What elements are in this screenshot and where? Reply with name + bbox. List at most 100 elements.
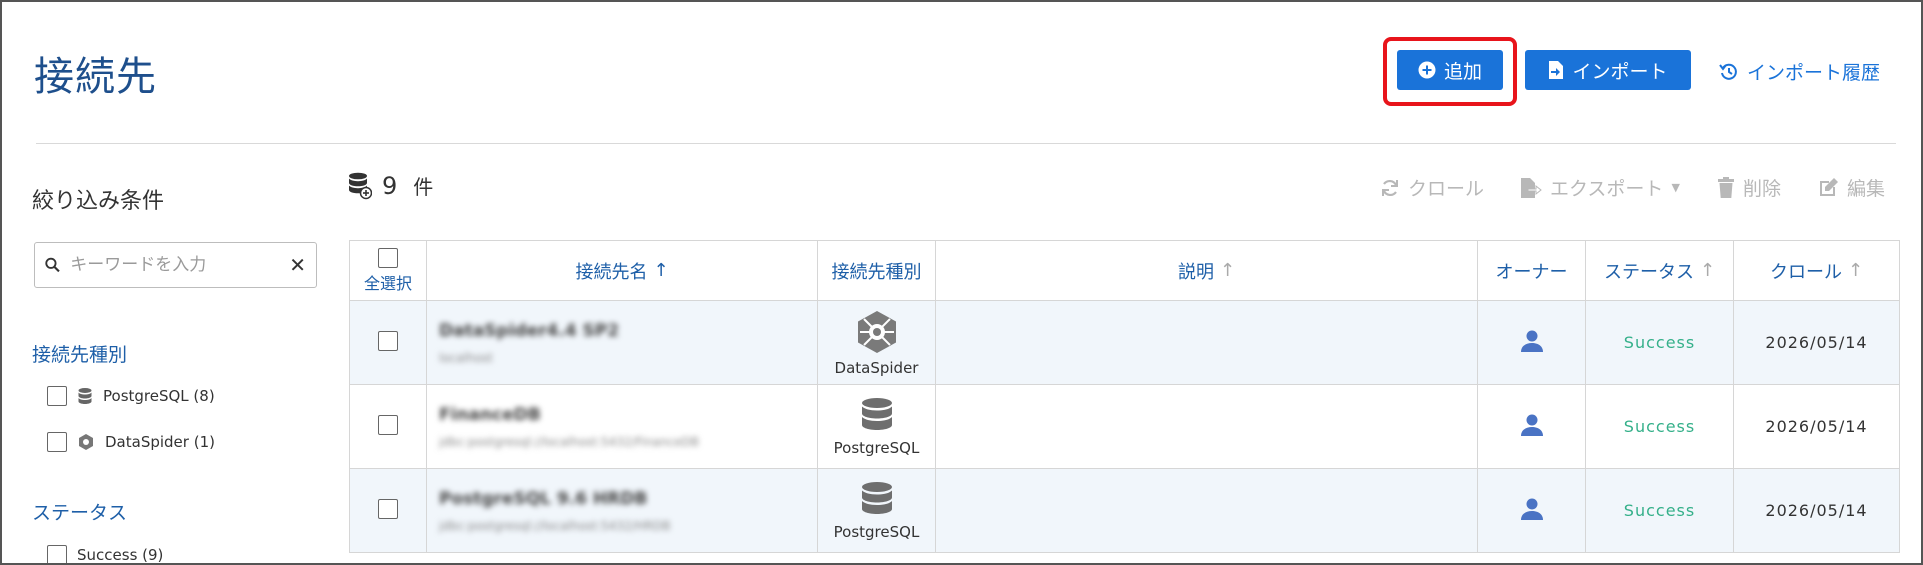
row-checkbox[interactable] <box>378 498 398 519</box>
dataspider-icon <box>857 310 896 353</box>
status-badge: Success <box>1623 333 1696 352</box>
status-header-label: ステータス <box>1603 261 1694 283</box>
user-icon <box>1520 498 1543 520</box>
crawl-date-cell: 2026/05/14 <box>1733 300 1900 385</box>
name-header-label: 接続先名 <box>575 261 648 283</box>
database-stack-icon <box>349 172 372 199</box>
sort-arrow-up-icon: ↑ <box>653 260 669 281</box>
search-input[interactable] <box>70 255 290 275</box>
dataspider-icon <box>79 434 93 450</box>
import-history-link[interactable]: インポート履歴 <box>1719 58 1880 85</box>
crawl-column-header[interactable]: クロール ↑ <box>1733 240 1900 301</box>
name-column-header[interactable]: 接続先名 ↑ <box>426 240 818 301</box>
refresh-icon <box>1382 179 1398 196</box>
name-cell[interactable]: FinanceDB jdbc:postgresql://localhost:54… <box>426 384 818 469</box>
clear-icon[interactable]: ✕ <box>289 253 306 277</box>
page-title: 接続先 <box>34 54 157 100</box>
table-row[interactable]: PostgreSQL 9.6 HRDB jdbc:postgresql://lo… <box>349 468 1900 553</box>
type-cell: PostgreSQL <box>817 468 936 553</box>
type-label: PostgreSQL <box>833 522 920 541</box>
owner-cell <box>1477 384 1586 469</box>
success-checkbox[interactable] <box>47 545 67 563</box>
select-all-label: 全選択 <box>363 273 412 293</box>
connection-name[interactable]: PostgreSQL 9.6 HRDB <box>439 489 817 509</box>
status-filter-title: ステータス <box>32 502 128 524</box>
name-cell[interactable]: DataSpider4.4 SP2 localhost <box>426 300 818 385</box>
export-label: エクスポート <box>1550 178 1664 200</box>
connection-url: localhost <box>439 350 493 365</box>
database-icon <box>861 481 892 514</box>
filter-success[interactable]: Success (9) <box>47 545 164 564</box>
user-icon <box>1520 330 1543 352</box>
result-count: 9 件 <box>348 171 433 200</box>
crawl-date-cell: 2026/05/14 <box>1733 384 1900 469</box>
select-all-checkbox[interactable] <box>378 247 398 268</box>
import-button-label: インポート <box>1572 60 1668 83</box>
crawl-date: 2026/05/14 <box>1765 333 1868 352</box>
row-checkbox[interactable] <box>378 414 398 435</box>
type-header-label: 接続先種別 <box>831 261 922 283</box>
database-icon <box>78 388 92 404</box>
filter-postgresql-label: PostgreSQL (8) <box>103 387 215 405</box>
postgresql-checkbox[interactable] <box>47 386 67 406</box>
status-cell: Success <box>1585 384 1734 469</box>
connection-url: jdbc:postgresql://localhost:5432/Finance… <box>439 434 699 449</box>
type-column-header: 接続先種別 <box>817 240 936 301</box>
count-unit: 件 <box>413 175 434 199</box>
history-icon <box>1719 63 1737 80</box>
table-header-row: 全選択 接続先名 ↑ 接続先種別 説明 ↑ オーナー ステータス ↑ クロール … <box>349 240 1900 301</box>
status-cell: Success <box>1585 300 1734 385</box>
row-select-cell <box>349 468 427 553</box>
type-cell: DataSpider <box>817 300 936 385</box>
status-badge: Success <box>1623 501 1696 520</box>
header-divider <box>36 143 1896 144</box>
crawl-label: クロール <box>1408 178 1485 200</box>
filter-postgresql[interactable]: PostgreSQL (8) <box>47 386 215 406</box>
filter-dataspider[interactable]: DataSpider (1) <box>47 432 215 452</box>
dataspider-checkbox[interactable] <box>47 432 67 452</box>
sort-arrow-up-icon: ↑ <box>1847 260 1864 281</box>
description-cell <box>935 384 1478 469</box>
file-export-icon <box>1521 177 1542 198</box>
description-header-label: 説明 <box>1177 261 1214 283</box>
crawl-date: 2026/05/14 <box>1765 501 1868 520</box>
crawl-button[interactable]: クロール <box>1380 174 1484 201</box>
crawl-date-cell: 2026/05/14 <box>1733 468 1900 553</box>
trash-icon <box>1718 176 1734 198</box>
description-column-header[interactable]: 説明 ↑ <box>935 240 1478 301</box>
page: 接続先 追加 インポート インポート履歴 絞り込み条件 ✕ <box>0 0 1923 565</box>
connection-url: jdbc:postgresql://localhost:5432/HRDB <box>439 518 671 533</box>
export-button[interactable]: エクスポート ▼ <box>1520 174 1680 201</box>
description-cell <box>935 300 1478 385</box>
file-import-icon <box>1549 61 1564 79</box>
import-button[interactable]: インポート <box>1525 50 1691 90</box>
delete-button[interactable]: 削除 <box>1717 174 1781 201</box>
row-select-cell <box>349 384 427 469</box>
owner-cell <box>1477 300 1586 385</box>
table-row[interactable]: DataSpider4.4 SP2 localhost DataSpider S… <box>349 300 1900 385</box>
name-cell[interactable]: PostgreSQL 9.6 HRDB jdbc:postgresql://lo… <box>426 468 818 553</box>
status-badge: Success <box>1623 417 1696 436</box>
edit-label: 編集 <box>1847 178 1886 200</box>
owner-cell <box>1477 468 1586 553</box>
select-all-header[interactable]: 全選択 <box>349 240 427 301</box>
search-box: ✕ <box>34 242 317 288</box>
filter-success-label: Success (9) <box>77 546 164 564</box>
database-icon <box>861 397 892 430</box>
row-checkbox[interactable] <box>378 330 398 351</box>
crawl-header-label: クロール <box>1769 261 1842 283</box>
filter-dataspider-label: DataSpider (1) <box>105 433 215 451</box>
status-column-header[interactable]: ステータス ↑ <box>1585 240 1734 301</box>
caret-down-icon: ▼ <box>1671 181 1680 194</box>
search-icon <box>45 257 60 273</box>
connections-table: 全選択 接続先名 ↑ 接続先種別 説明 ↑ オーナー ステータス ↑ クロール … <box>349 240 1900 553</box>
import-history-label: インポート履歴 <box>1747 62 1881 84</box>
row-select-cell <box>349 300 427 385</box>
connection-name[interactable]: DataSpider4.4 SP2 <box>439 321 817 341</box>
connection-name[interactable]: FinanceDB <box>439 405 817 425</box>
table-row[interactable]: FinanceDB jdbc:postgresql://localhost:54… <box>349 384 1900 469</box>
type-cell: PostgreSQL <box>817 384 936 469</box>
edit-button[interactable]: 編集 <box>1817 174 1885 201</box>
description-cell <box>935 468 1478 553</box>
type-label: DataSpider <box>834 358 919 377</box>
